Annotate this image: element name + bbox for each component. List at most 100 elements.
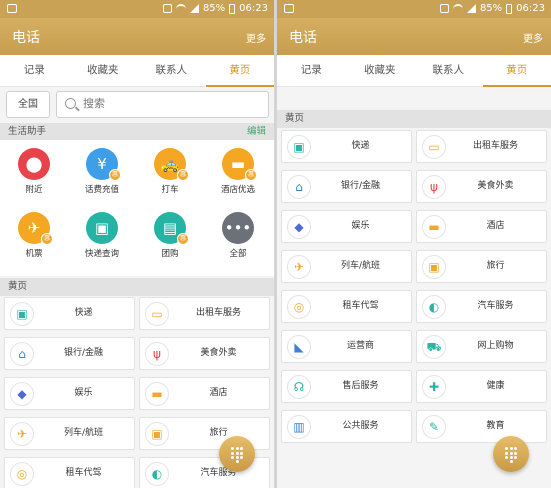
tab-yellow-pages[interactable]: 黄页 [205,55,275,87]
shortcut-grid: ⬤ 附近 ¥ 惠话费充值 🚕 惠打车 ▬ 惠酒店优选 ✈ 惠机票 ▣ 快递查询 ▤ 惠团购 ••• 全部 [0,140,274,276]
shortcut-more-dots[interactable]: ••• 全部 [208,212,268,259]
tab-contacts[interactable]: 联系人 [137,55,206,86]
category-hotel-bed[interactable]: ▬ 酒店 [139,377,270,410]
category-public-building[interactable]: ▥ 公共服务 [281,410,412,443]
bank-house-icon: ⌂ [287,175,311,199]
clock: 06:23 [516,3,545,14]
category-delivery-truck[interactable]: ▣ 快递 [4,297,135,330]
category-taxi[interactable]: ▭ 出租车服务 [139,297,270,330]
tab-bar: 记录 收藏夹 联系人 黄页 [0,55,274,87]
education-book-icon: ✎ [422,415,446,439]
status-bar: 85% 06:23 [277,0,551,18]
tab-contacts[interactable]: 联系人 [414,55,483,86]
suitcase-icon: ▣ [145,422,169,446]
tab-favorites[interactable]: 收藏夹 [69,55,138,86]
more-button[interactable]: 更多 [523,30,543,45]
category-label: 列车/航班 [340,261,381,271]
category-label: 旅行 [486,261,505,271]
category-fork-knife[interactable]: ψ 美食外卖 [139,337,270,370]
more-button[interactable]: 更多 [246,30,266,45]
category-label: 列车/航班 [63,428,104,438]
category-medical-kit[interactable]: ✚ 健康 [416,370,547,403]
edit-button[interactable]: 编辑 [247,123,266,141]
category-headset[interactable]: ☊ 售后服务 [281,370,412,403]
clock: 06:23 [239,3,268,14]
delivery-truck-icon: ▣ [86,212,118,244]
shortcut-hotel-bed[interactable]: ▬ 惠酒店优选 [208,148,268,195]
category-suitcase[interactable]: ▣ 旅行 [416,250,547,283]
category-label: 娱乐 [74,388,93,398]
search-input[interactable] [83,97,243,110]
hotel-bed-icon: ▬ 惠 [222,148,257,181]
search-box[interactable] [56,91,269,118]
category-train-plane[interactable]: ✈ 列车/航班 [281,250,412,283]
headset-icon: ☊ [287,375,311,399]
phone-screen-left: 85% 06:23 电话 更多 记录 收藏夹 联系人 黄页 全国 生活助手 编辑 [0,0,274,488]
category-taxi[interactable]: ▭ 出租车服务 [416,130,547,163]
category-train-plane[interactable]: ✈ 列车/航班 [4,417,135,450]
signal-icon [189,4,199,13]
shortcut-label: 全部 [229,249,247,259]
signal-icon [466,4,476,13]
category-label: 美食外卖 [200,348,237,358]
category-hotel-bed[interactable]: ▬ 酒店 [416,210,547,243]
category-bank-house[interactable]: ⌂ 银行/金融 [281,170,412,203]
search-row: 全国 [0,87,274,122]
category-car-service[interactable]: ◐ 汽车服务 [416,290,547,323]
yellow-pages-title: 黄页 [285,113,305,124]
group-buy-icon: ▤ 惠 [154,212,189,245]
hotel-bed-icon: ▬ [145,382,169,406]
shortcut-location-pin[interactable]: ⬤ 附近 [4,148,64,195]
taxi-icon: ▭ [422,135,446,159]
category-label: 汽车服务 [477,301,514,311]
dialpad-button[interactable] [219,436,255,472]
more-dots-icon: ••• [222,212,254,244]
category-label: 售后服务 [342,381,379,391]
shortcut-label: 团购 [161,249,179,259]
taxi-icon: 🚕 惠 [154,148,189,181]
category-education-book[interactable]: ✎ 教育 [416,410,547,443]
shortcut-phone-recharge[interactable]: ¥ 惠话费充值 [72,148,132,195]
category-delivery-truck[interactable]: ▣ 快递 [281,130,412,163]
category-label: 酒店 [486,221,505,231]
category-grid: ▣ 快递 ▭ 出租车服务 ⌂ 银行/金融 ψ 美食外卖 ◆ 娱乐 ▬ 酒店 ✈ 列车/航班 ▣ 旅行 ◎ 租车代驾… [277,130,551,450]
battery-icon [506,3,513,14]
tab-recents[interactable]: 记录 [0,55,69,86]
shortcut-label: 机票 [25,249,43,259]
yellow-pages-header: 黄页 [277,110,551,128]
shortcut-group-buy[interactable]: ▤ 惠团购 [140,212,200,259]
category-steering-wheel[interactable]: ◎ 租车代驾 [4,457,135,488]
category-fork-knife[interactable]: ψ 美食外卖 [416,170,547,203]
shortcut-airplane[interactable]: ✈ 惠机票 [4,212,64,259]
dialpad-button[interactable] [493,436,529,472]
category-entertainment-ticket[interactable]: ◆ 娱乐 [281,210,412,243]
category-label: 租车代驾 [65,468,102,478]
fork-knife-icon: ψ [422,175,446,199]
category-satellite-dish[interactable]: ◣ 运营商 [281,330,412,363]
notification-icon [284,4,294,13]
category-shopping-cart[interactable]: ⛟ 网上购物 [416,330,547,363]
category-label: 公共服务 [342,421,379,431]
region-select-button[interactable]: 全国 [6,91,50,118]
category-steering-wheel[interactable]: ◎ 租车代驾 [281,290,412,323]
category-entertainment-ticket[interactable]: ◆ 娱乐 [4,377,135,410]
shortcut-label: 快递查询 [84,249,119,259]
medical-kit-icon: ✚ [422,375,446,399]
shortcut-delivery-truck[interactable]: ▣ 快递查询 [72,212,132,259]
tab-favorites[interactable]: 收藏夹 [346,55,415,86]
train-plane-icon: ✈ [10,422,34,446]
entertainment-ticket-icon: ◆ [287,215,311,239]
battery-icon [229,3,236,14]
category-label: 酒店 [209,388,228,398]
tab-yellow-pages[interactable]: 黄页 [482,55,551,87]
life-helper-header: 生活助手 编辑 [0,123,274,141]
nfc-icon [162,4,172,13]
app-bar: 电话 更多 [0,18,274,55]
satellite-dish-icon: ◣ [287,335,311,359]
wifi-icon [452,3,463,14]
category-label: 健康 [486,381,505,391]
tab-recents[interactable]: 记录 [277,55,346,86]
shortcut-label: 话费充值 [84,185,119,195]
category-bank-house[interactable]: ⌂ 银行/金融 [4,337,135,370]
shortcut-taxi[interactable]: 🚕 惠打车 [140,148,200,195]
